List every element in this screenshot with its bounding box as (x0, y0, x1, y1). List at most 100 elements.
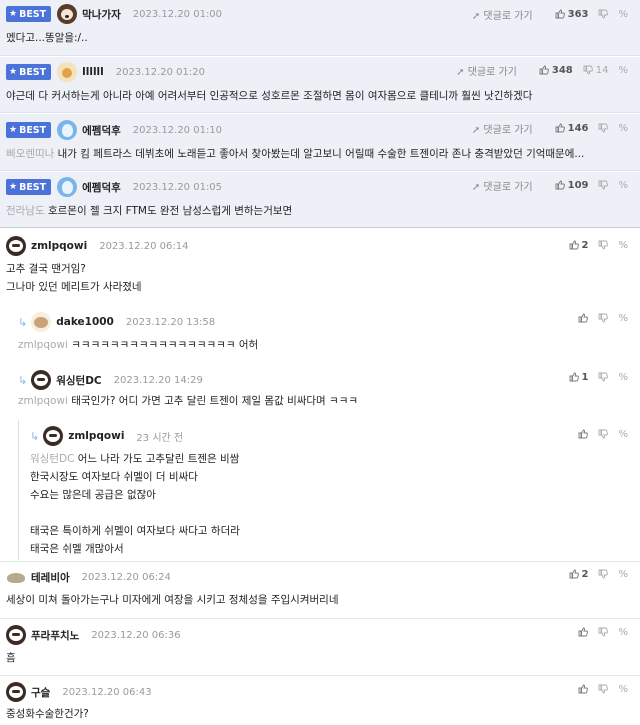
like-button[interactable]: 109 (555, 180, 588, 191)
dislike-button[interactable] (598, 9, 609, 19)
comment-text: 고추 결국 땐거임? 그나마 있던 메리트가 사라졌네 (6, 263, 142, 293)
reply-arrow-icon: ↳ (18, 315, 28, 329)
reply-comment: ↳ zmlpqowi 23 시간 전 % 워싱턴DC 어느 나라 가도 고추달린… (0, 420, 640, 560)
link-button[interactable]: % (618, 123, 628, 134)
comment-date: 23 시간 전 (136, 432, 184, 444)
nickname[interactable]: 워싱턴DC (56, 373, 101, 388)
link-button[interactable]: % (618, 313, 628, 324)
dislike-button[interactable] (598, 684, 609, 694)
best-badge: ★ BEST (6, 179, 52, 195)
best-badge: ★ BEST (6, 6, 52, 22)
link-icon: % (618, 312, 628, 324)
avatar[interactable] (6, 236, 26, 256)
like-button[interactable]: 2 (569, 240, 588, 251)
avatar[interactable] (31, 370, 52, 390)
link-icon: % (618, 568, 628, 580)
best-badge: ★ BEST (6, 64, 52, 80)
mention[interactable]: 삐오렌띠나 (6, 148, 54, 160)
thumbs-up-icon (579, 429, 589, 439)
avatar[interactable] (57, 120, 78, 140)
dislike-button[interactable] (598, 313, 609, 323)
nickname[interactable]: 테레비아 (31, 570, 70, 585)
link-icon: % (618, 683, 628, 695)
avatar[interactable] (43, 426, 64, 446)
dislike-button[interactable] (598, 372, 609, 382)
nickname[interactable]: dake1000 (56, 316, 114, 328)
link-button[interactable]: % (618, 9, 628, 20)
nickname[interactable]: zmlpqowi (31, 240, 87, 252)
nickname[interactable]: 푸라푸치노 (31, 628, 79, 643)
dislike-count: 14 (595, 64, 609, 76)
nickname[interactable]: llllll (82, 66, 104, 78)
link-button[interactable]: % (618, 180, 628, 191)
like-count: 348 (551, 64, 573, 76)
like-button[interactable] (578, 627, 589, 637)
avatar[interactable] (57, 177, 78, 197)
nickname[interactable]: 에펨덕후 (82, 180, 121, 195)
like-button[interactable] (578, 684, 589, 694)
thread-line (18, 420, 19, 560)
thumbs-up-icon (555, 9, 565, 19)
like-button[interactable]: 2 (569, 569, 588, 580)
comment-text: 세상이 미쳐 돌아가는구나 미자에게 여장을 시키고 정체성을 주입시켜버리네 (6, 594, 339, 606)
link-button[interactable]: % (618, 240, 628, 251)
dislike-button[interactable] (598, 569, 609, 579)
like-button[interactable]: 363 (555, 9, 588, 20)
dislike-button[interactable] (598, 627, 609, 637)
link-icon: % (618, 371, 628, 383)
link-button[interactable]: % (618, 627, 628, 638)
go-to-comment-link[interactable]: ➚ 댓글로 가기 (456, 63, 517, 78)
nickname[interactable]: 구슬 (31, 685, 50, 700)
dislike-button[interactable] (598, 429, 609, 439)
like-button[interactable] (578, 429, 589, 439)
comment-date: 2023.12.20 01:20 (115, 66, 206, 78)
link-button[interactable]: % (618, 569, 628, 580)
avatar[interactable] (57, 62, 78, 82)
best-comment: ★ BEST 에펨덕후 2023.12.20 01:10 ➚ 댓글로 가기 146… (0, 114, 640, 171)
avatar[interactable] (6, 625, 26, 645)
like-button[interactable]: 1 (569, 372, 588, 383)
nickname[interactable]: 에펨덕후 (82, 123, 121, 138)
nickname[interactable]: 막나가자 (82, 7, 121, 22)
best-comment: ★ BEST llllll 2023.12.20 01:20 ➚ 댓글로 가기 3… (0, 57, 640, 113)
thumbs-down-icon (599, 569, 609, 579)
link-button[interactable]: % (618, 65, 628, 76)
reply-comment: ↳ 워싱턴DC 2023.12.20 14:29 1 % zmlpqowi 태국… (0, 363, 640, 419)
comment-text: zmlpqowi ㅋㅋㅋㅋㅋㅋㅋㅋㅋㅋㅋㅋㅋㅋㅋㅋㅋ 어허 (18, 339, 259, 351)
link-button[interactable]: % (618, 429, 628, 440)
thumbs-up-icon (569, 569, 579, 579)
comment-text: 중성화수술한건가? (6, 708, 89, 720)
mention[interactable]: 워싱턴DC (30, 453, 74, 465)
link-icon: % (618, 64, 628, 76)
dislike-button[interactable] (598, 180, 609, 190)
like-button[interactable] (578, 313, 589, 323)
go-to-comment-link[interactable]: ➚ 댓글로 가기 (472, 121, 533, 136)
thumbs-up-icon (539, 65, 549, 75)
dislike-button[interactable] (598, 240, 609, 250)
thumbs-up-icon (579, 627, 589, 637)
mention[interactable]: 전라남도 (6, 205, 45, 217)
comment: 테레비아 2023.12.20 06:24 2 % 세상이 미쳐 돌아가는구나 … (0, 561, 640, 617)
link-button[interactable]: % (618, 372, 628, 383)
reply-arrow-icon: ➚ (471, 124, 481, 136)
nickname[interactable]: zmlpqowi (68, 430, 124, 442)
avatar[interactable] (6, 567, 26, 587)
thumbs-down-icon (599, 9, 609, 19)
comment-text: 흠 (6, 652, 16, 664)
avatar[interactable] (6, 682, 26, 702)
reply-comment: ↳ dake1000 2023.12.20 13:58 % zmlpqowi ㅋ… (0, 306, 640, 362)
dislike-button[interactable]: 14 (583, 64, 609, 76)
like-button[interactable]: 146 (555, 122, 589, 134)
go-to-comment-link[interactable]: ➚ 댓글로 가기 (472, 178, 533, 193)
mention[interactable]: zmlpqowi (18, 339, 68, 351)
like-button[interactable]: 348 (539, 65, 573, 76)
dislike-button[interactable] (598, 123, 609, 133)
avatar[interactable] (57, 4, 78, 24)
avatar[interactable] (31, 312, 52, 332)
link-button[interactable]: % (618, 684, 628, 695)
reply-arrow-icon: ➚ (456, 66, 465, 78)
go-to-comment-link[interactable]: ➚ 댓글로 가기 (472, 7, 533, 22)
mention[interactable]: zmlpqowi (18, 395, 68, 407)
like-count: 146 (567, 122, 589, 134)
thumbs-up-icon (555, 123, 565, 133)
